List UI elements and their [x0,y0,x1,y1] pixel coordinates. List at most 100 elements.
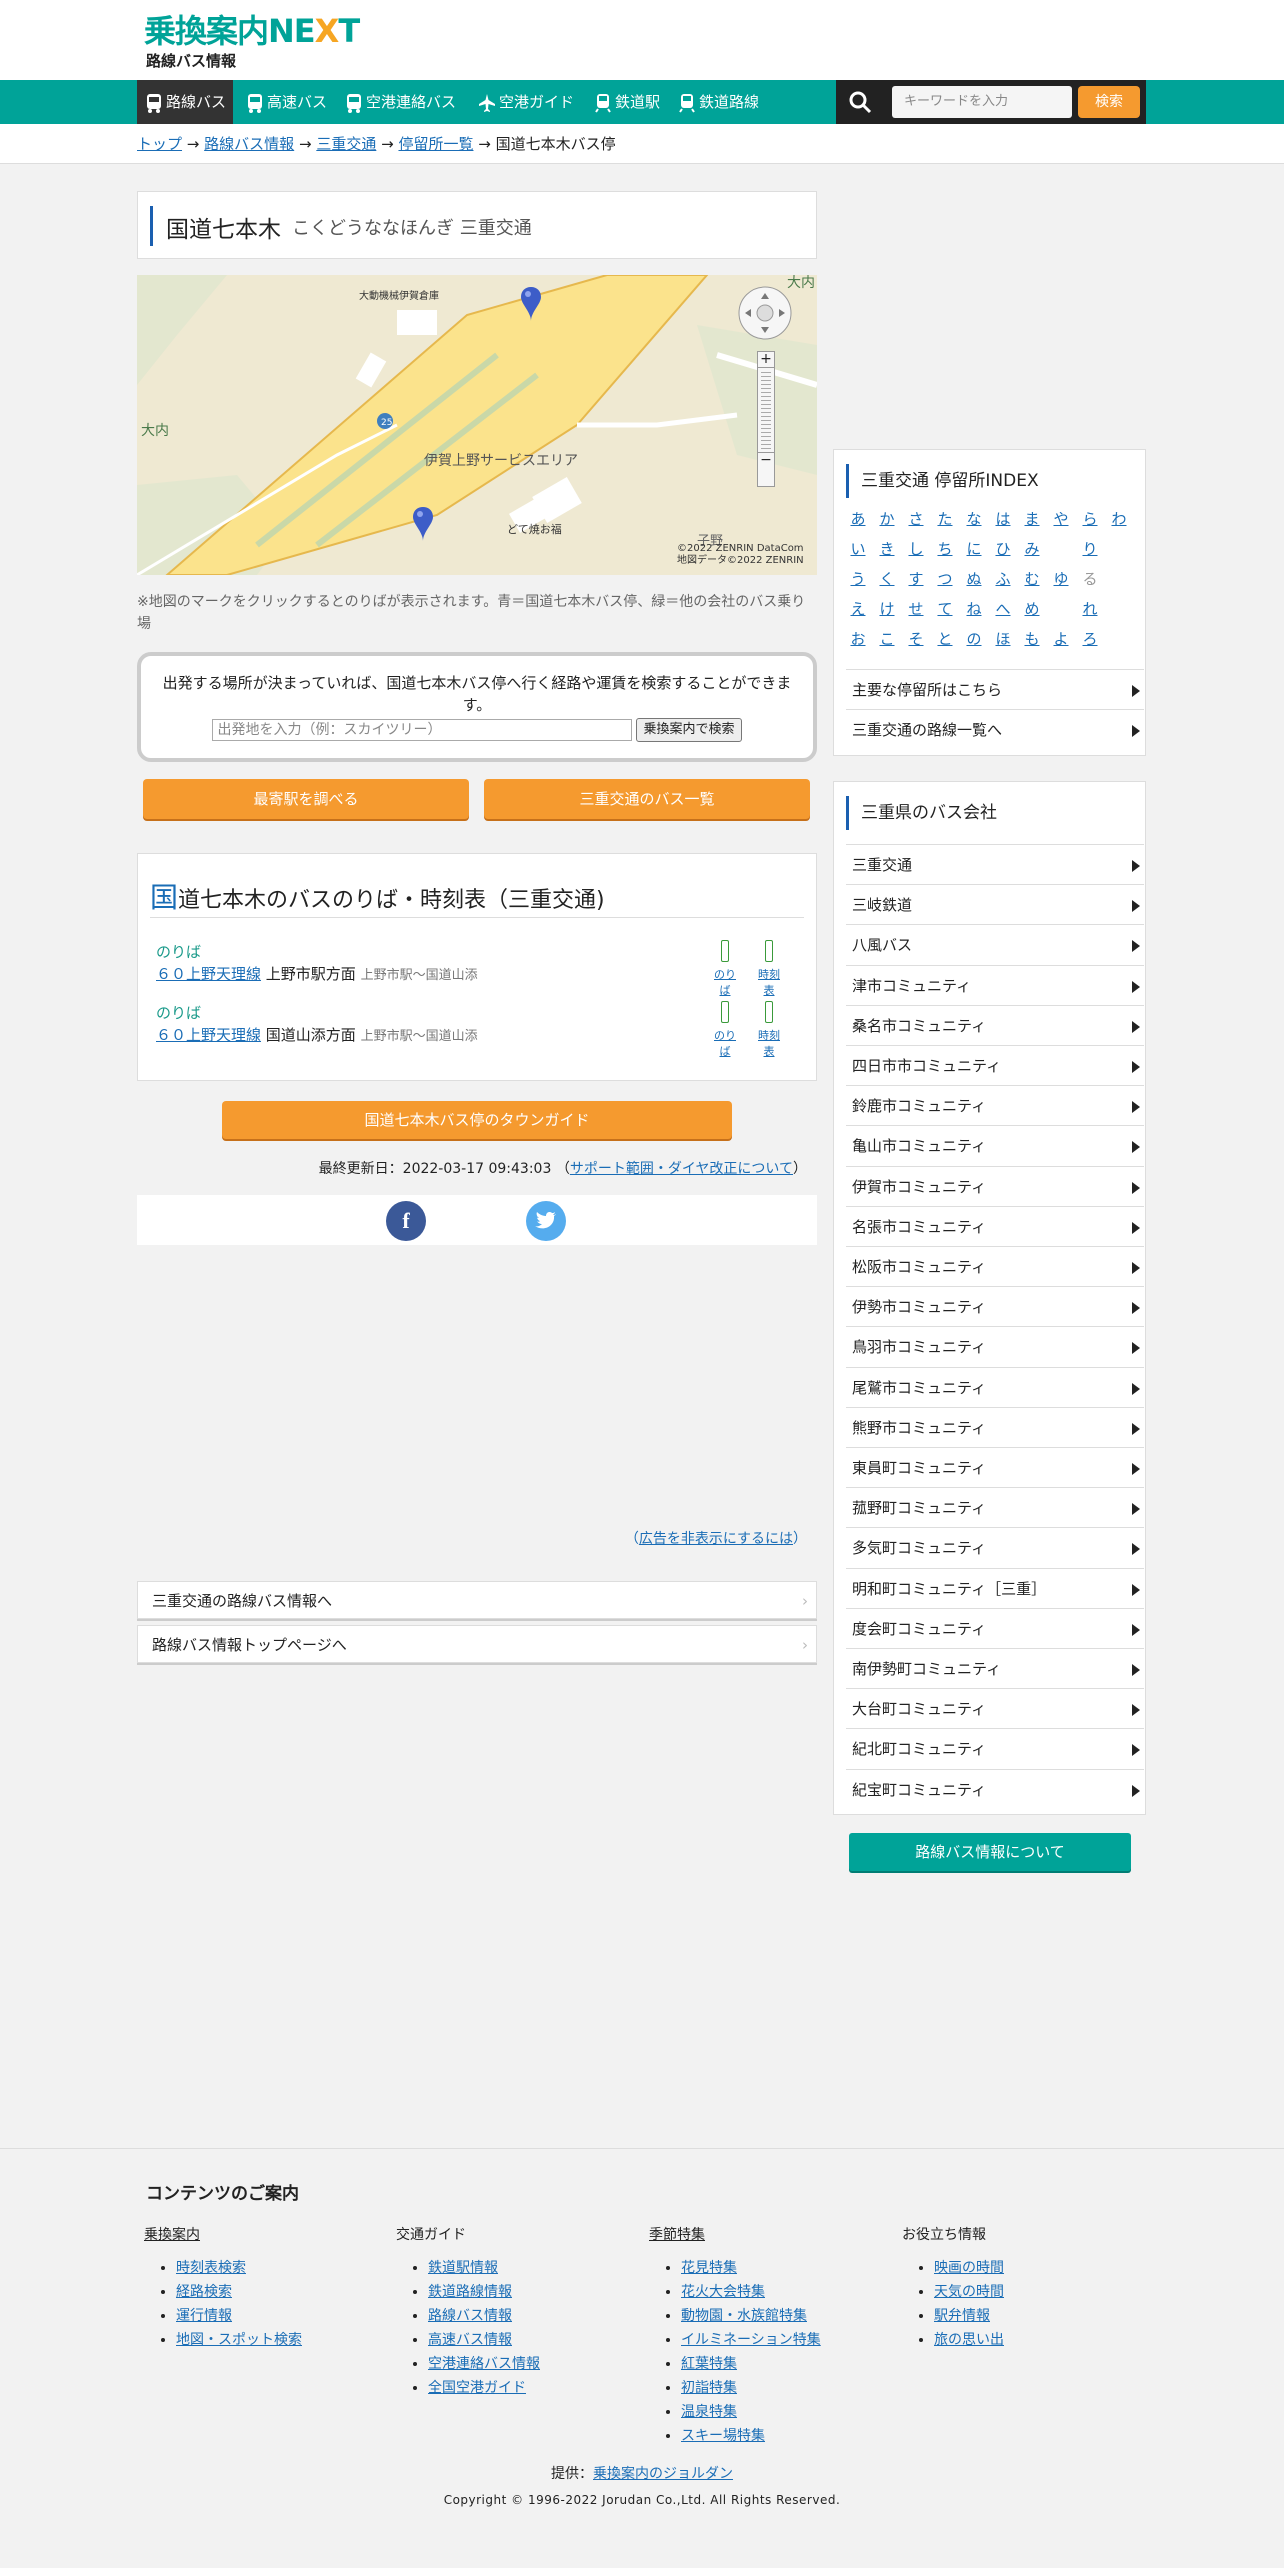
town-guide-button[interactable]: 国道七本木バス停のタウンガイド [222,1101,732,1139]
kana-index-link[interactable]: ゆ [1051,568,1071,589]
bus-company-link[interactable]: 伊賀市コミュニティ [846,1165,1144,1206]
footer-link[interactable]: 路線バス情報 [428,2308,512,2324]
footer-link[interactable]: 全国空港ガイド [428,2380,526,2396]
breadcrumb-company[interactable]: 三重交通 [316,135,376,153]
map-pan-control-icon[interactable] [737,285,793,341]
footer-link[interactable]: 動物園・水族館特集 [681,2308,807,2324]
kana-index-link[interactable]: よ [1051,628,1071,649]
kana-index-link[interactable]: り [1080,538,1100,559]
footer-link[interactable]: 初詣特集 [681,2380,737,2396]
footer-link[interactable]: 地図・スポット検索 [176,2332,302,2348]
kana-index-link[interactable]: た [935,508,955,529]
kana-index-link[interactable]: れ [1080,598,1100,619]
kana-index-link[interactable]: ち [935,538,955,559]
major-stops-link[interactable]: 主要な停留所はこちら [846,669,1144,709]
footer-link[interactable]: 天気の時間 [934,2284,1004,2300]
twitter-icon[interactable] [526,1201,566,1241]
stop-map[interactable]: 25 大内 大内 大動機械伊賀倉庫 伊賀上野サービスエリア どて焼お福 子野 ©… [137,275,817,575]
kana-index-link[interactable]: え [848,598,868,619]
footer-column-title[interactable]: 乗換案内 [144,2224,302,2244]
kana-index-link[interactable]: け [877,598,897,619]
bus-company-link[interactable]: 桑名市コミュニティ [846,1004,1144,1045]
kana-index-link[interactable]: つ [935,568,955,589]
origin-input[interactable]: 出発地を入力（例：スカイツリー） [212,719,633,741]
bus-company-link[interactable]: 度会町コミュニティ [846,1607,1144,1648]
route-search-button[interactable]: 乗換案内で検索 [636,718,742,742]
bus-company-link[interactable]: 鈴鹿市コミュニティ [846,1085,1144,1125]
bus-company-link[interactable]: 八風バス [846,924,1144,964]
bus-company-link[interactable]: 松阪市コミュニティ [846,1246,1144,1286]
footer-link[interactable]: 駅弁情報 [934,2308,990,2324]
kana-index-link[interactable]: い [848,538,868,559]
footer-link[interactable]: 時刻表検索 [176,2260,246,2276]
kana-index-link[interactable]: と [935,628,955,649]
kana-index-link[interactable]: ぬ [964,568,984,589]
bus-company-link[interactable]: 熊野市コミュニティ [846,1406,1144,1447]
nav-item-station[interactable]: 鉄道駅 [594,80,660,124]
footer-link[interactable]: 温泉特集 [681,2404,737,2420]
kana-index-link[interactable]: ふ [993,568,1013,589]
kana-index-link[interactable]: く [877,568,897,589]
bus-info-top-link[interactable]: 路線バス情報トップページへ › [137,1625,817,1663]
kana-index-link[interactable]: か [877,508,897,529]
bus-stop-marker-icon[interactable] [413,507,433,541]
bus-company-link[interactable]: 伊勢市コミュニティ [846,1286,1144,1326]
bus-list-button[interactable]: 三重交通のバス一覧 [484,779,810,819]
route-link[interactable]: ６０上野天理線 [156,1026,261,1044]
company-bus-info-link[interactable]: 三重交通の路線バス情報へ › [137,1581,817,1619]
bus-company-link[interactable]: 明和町コミュニティ［三重］ [846,1567,1144,1608]
kana-index-link[interactable]: み [1022,538,1042,559]
kana-index-link[interactable]: に [964,538,984,559]
bus-company-link[interactable]: 津市コミュニティ [846,964,1144,1005]
kana-index-link[interactable]: ま [1022,508,1042,529]
platform-link[interactable]: のりば [710,1001,740,1059]
platform-link[interactable]: のりば [710,940,740,998]
footer-link[interactable]: 旅の思い出 [934,2332,1004,2348]
bus-company-link[interactable]: 大台町コミュニティ [846,1688,1144,1728]
kana-index-link[interactable]: す [906,568,926,589]
footer-column-title[interactable]: 季節特集 [649,2224,821,2244]
kana-index-link[interactable]: む [1022,568,1042,589]
footer-link[interactable]: 空港連絡バス情報 [428,2356,540,2372]
kana-index-link[interactable]: は [993,508,1013,529]
kana-index-link[interactable]: こ [877,628,897,649]
bus-company-link[interactable]: 紀北町コミュニティ [846,1728,1144,1768]
footer-link[interactable]: 高速バス情報 [428,2332,512,2348]
footer-link[interactable]: 紅葉特集 [681,2356,737,2372]
kana-index-link[interactable]: へ [993,598,1013,619]
kana-index-link[interactable]: ね [964,598,984,619]
footer-link[interactable]: イルミネーション特集 [681,2332,821,2348]
bus-company-link[interactable]: 東員町コミュニティ [846,1447,1144,1487]
route-list-link[interactable]: 三重交通の路線一覧へ [846,709,1144,749]
kana-index-link[interactable]: そ [906,628,926,649]
footer-link[interactable]: 映画の時間 [934,2260,1004,2276]
bus-stop-marker-icon[interactable] [521,287,541,321]
bus-company-link[interactable]: 菰野町コミュニティ [846,1487,1144,1527]
kana-index-link[interactable]: き [877,538,897,559]
nav-item-rail-line[interactable]: 鉄道路線 [678,80,759,124]
about-bus-info-button[interactable]: 路線バス情報について [849,1833,1131,1871]
nav-item-route-bus[interactable]: 路線バス [137,80,233,124]
support-range-link[interactable]: サポート範囲・ダイヤ改正について [570,1161,793,1177]
breadcrumb-route-bus[interactable]: 路線バス情報 [204,135,294,153]
search-button[interactable]: 検索 [1078,86,1140,118]
bus-company-link[interactable]: 亀山市コミュニティ [846,1125,1144,1165]
bus-company-link[interactable]: 南伊勢町コミュニティ [846,1648,1144,1688]
kana-index-link[interactable]: め [1022,598,1042,619]
footer-link[interactable]: 鉄道駅情報 [428,2260,498,2276]
nav-item-highway-bus[interactable]: 高速バス [246,80,327,124]
footer-link[interactable]: 運行情報 [176,2308,232,2324]
kana-index-link[interactable]: ら [1080,508,1100,529]
ad-hide-link[interactable]: 広告を非表示にするには [639,1531,793,1547]
footer-link[interactable]: スキー場特集 [681,2428,765,2444]
kana-index-link[interactable]: ひ [993,538,1013,559]
kana-index-link[interactable]: て [935,598,955,619]
kana-index-link[interactable]: も [1022,628,1042,649]
breadcrumb-top[interactable]: トップ [137,135,182,153]
kana-index-link[interactable]: さ [906,508,926,529]
nav-item-airport-bus[interactable]: 空港連絡バス [345,80,456,124]
nearest-station-button[interactable]: 最寄駅を調べる [143,779,469,819]
kana-index-link[interactable]: ろ [1080,628,1100,649]
bus-company-link[interactable]: 鳥羽市コミュニティ [846,1326,1144,1366]
footer-link[interactable]: 花火大会特集 [681,2284,765,2300]
